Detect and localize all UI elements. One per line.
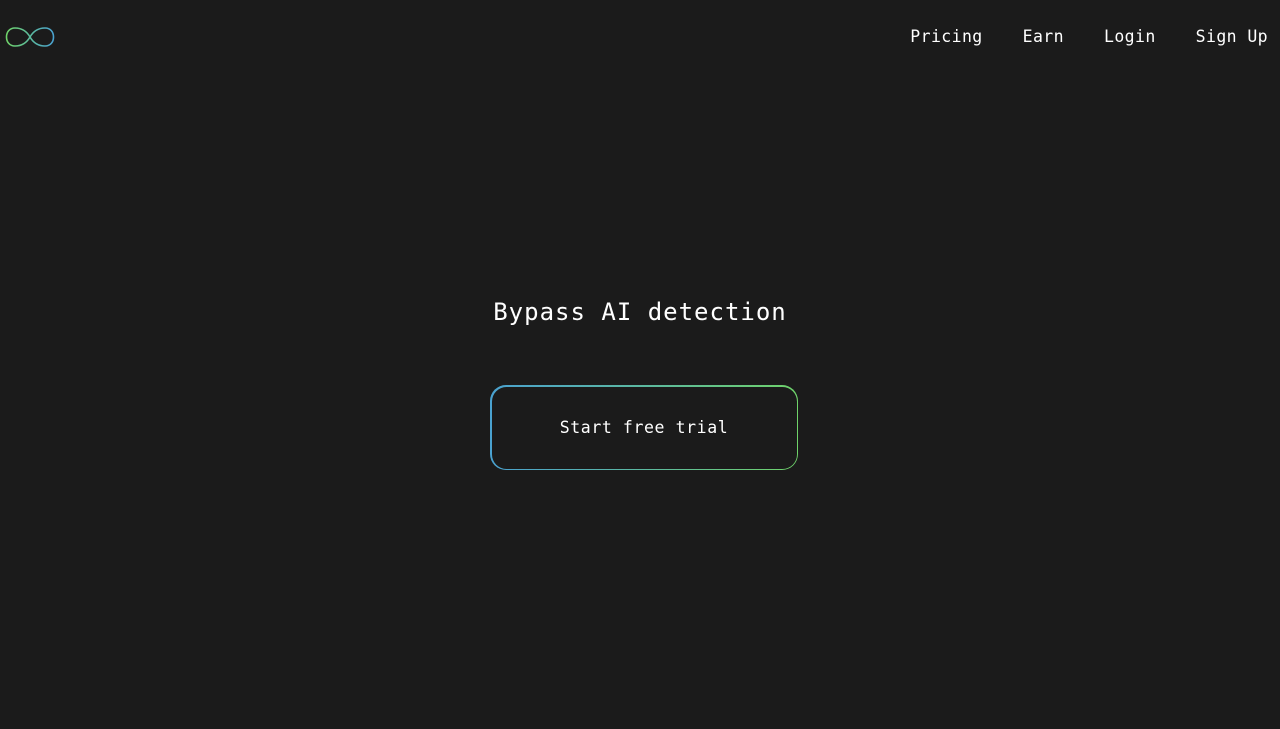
start-free-trial-label: Start free trial (559, 418, 729, 437)
hero-section: Bypass AI detection (0, 292, 1280, 332)
main-nav: Pricing Earn Login Sign Up (910, 26, 1268, 48)
nav-login-link[interactable]: Login (1104, 26, 1156, 48)
nav-pricing-link[interactable]: Pricing (910, 26, 982, 48)
top-nav-bar: Pricing Earn Login Sign Up (0, 0, 1280, 74)
nav-earn-link[interactable]: Earn (1023, 26, 1064, 48)
start-free-trial-button[interactable]: Start free trial (490, 385, 798, 470)
infinity-icon (5, 26, 55, 48)
logo-link[interactable] (5, 26, 55, 48)
start-free-trial-button-inner[interactable]: Start free trial (491, 386, 797, 469)
hero-title: Bypass AI detection (493, 298, 787, 326)
nav-signup-link[interactable]: Sign Up (1196, 26, 1268, 48)
